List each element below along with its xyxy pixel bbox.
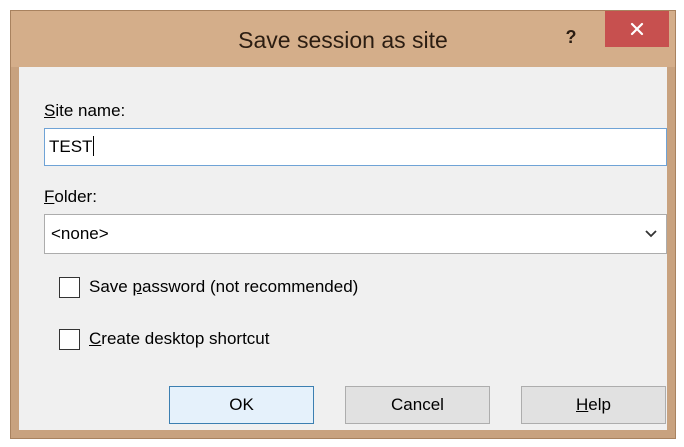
site-name-value: TEST bbox=[49, 137, 93, 156]
cancel-button[interactable]: Cancel bbox=[345, 386, 490, 424]
folder-label: Folder: bbox=[44, 187, 97, 206]
help-question-button[interactable]: ? bbox=[551, 23, 591, 51]
text-caret bbox=[93, 136, 95, 157]
help-button[interactable]: Help bbox=[521, 386, 666, 424]
save-session-dialog: Save session as site ? Site name: TEST F… bbox=[10, 10, 676, 439]
title-bar[interactable]: Save session as site ? bbox=[11, 11, 675, 67]
desktop-shortcut-checkbox[interactable] bbox=[59, 329, 80, 350]
site-name-label: Site name: bbox=[44, 101, 126, 120]
site-name-input[interactable]: TEST bbox=[44, 128, 667, 166]
folder-selected-value: <none> bbox=[51, 224, 109, 243]
desktop-shortcut-label[interactable]: Create desktop shortcut bbox=[89, 329, 270, 349]
chevron-down-icon bbox=[645, 230, 657, 238]
dialog-body: Site name: TEST Folder: <none> Save pass… bbox=[19, 67, 667, 430]
save-password-checkbox[interactable] bbox=[59, 277, 80, 298]
close-button[interactable] bbox=[605, 11, 669, 47]
folder-select[interactable]: <none> bbox=[44, 214, 667, 254]
ok-button[interactable]: OK bbox=[169, 386, 314, 424]
save-password-label[interactable]: Save password (not recommended) bbox=[89, 277, 358, 297]
close-icon bbox=[630, 22, 644, 36]
